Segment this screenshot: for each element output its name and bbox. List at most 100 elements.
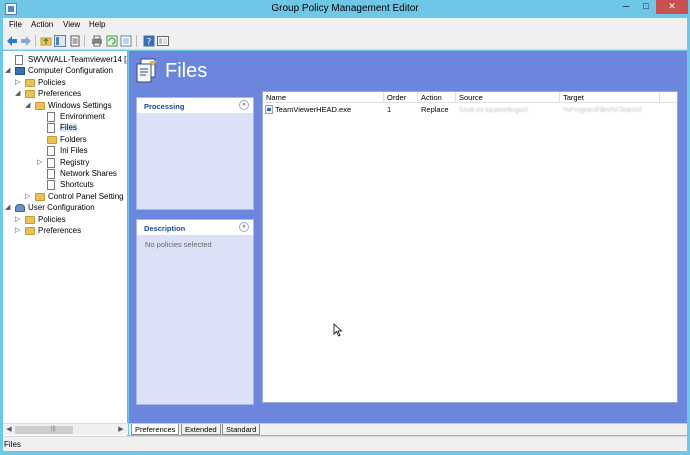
document-icon	[47, 146, 55, 157]
status-text: Files	[4, 440, 21, 449]
cell-order: 1	[387, 105, 392, 114]
tree-item-label: Files	[60, 123, 77, 133]
help-icon[interactable]: ?	[143, 35, 155, 47]
collapse-arrow-icon[interactable]: ◢	[5, 67, 13, 75]
cell-action: Replace	[421, 105, 449, 114]
toolbar: ?	[3, 32, 687, 50]
tree-item-label: Control Panel Setting	[48, 191, 124, 201]
console-tree-icon[interactable]	[157, 35, 169, 47]
processing-panel-header: Processing «	[137, 98, 253, 113]
column-separator[interactable]	[417, 92, 418, 103]
column-header-source[interactable]: Source	[459, 93, 483, 102]
minimize-button[interactable]: ─	[617, 0, 635, 14]
folder-icon	[47, 135, 57, 144]
column-header-target[interactable]: Target	[563, 93, 584, 102]
view-tabs: Preferences Extended Standard	[129, 423, 687, 435]
menu-bar: File Action View Help	[3, 18, 687, 32]
document-icon	[47, 157, 55, 168]
folder-icon	[25, 215, 35, 224]
menu-view[interactable]: View	[63, 20, 80, 29]
window-title: Group Policy Management Editor	[271, 3, 419, 14]
files-extension-icon	[136, 58, 157, 83]
print-icon[interactable]	[91, 35, 103, 47]
tree-item-label: Ini Files	[60, 146, 88, 156]
svg-text:?: ?	[147, 38, 152, 48]
cell-name: TeamViewerHEAD.exe	[275, 105, 352, 114]
collapse-processing-button[interactable]: «	[239, 100, 249, 110]
maximize-button[interactable]: □	[637, 0, 655, 14]
tree-item-label: SWVWALL-Teamviewer14 [ATK	[28, 55, 127, 64]
menu-help[interactable]: Help	[89, 20, 105, 29]
column-header-name[interactable]: Name	[266, 93, 286, 102]
scroll-thumb[interactable]: |||	[15, 426, 73, 434]
column-header-action[interactable]: Action	[421, 93, 442, 102]
table-row[interactable]: TeamViewerHEAD.exe 1 Replace \\swk.ex.lo…	[263, 104, 677, 115]
tab-preferences[interactable]: Preferences	[131, 424, 180, 435]
scroll-left-arrow-icon[interactable]: ◀	[4, 425, 14, 435]
toolbar-separator	[84, 35, 85, 47]
collapse-arrow-icon[interactable]: ◢	[5, 204, 13, 212]
refresh-icon[interactable]	[106, 35, 118, 47]
forward-arrow-icon[interactable]	[20, 35, 32, 47]
column-header-order[interactable]: Order	[387, 93, 406, 102]
description-panel: Description « No policies selected	[136, 219, 254, 405]
tree-item-label: Policies	[38, 77, 66, 87]
tree-horizontal-scrollbar[interactable]: ◀ ||| ▶	[3, 423, 128, 435]
main-window: Group Policy Management Editor ─ □ ✕ Fil…	[0, 0, 690, 455]
computer-icon	[15, 67, 25, 76]
document-icon	[47, 112, 55, 122]
scroll-grip-icon: |||	[51, 426, 56, 432]
tab-standard[interactable]: Standard	[222, 424, 261, 435]
column-separator[interactable]	[383, 92, 384, 103]
scroll-right-arrow-icon[interactable]: ▶	[116, 425, 126, 435]
user-icon	[15, 204, 25, 213]
pane-title: Files	[165, 60, 208, 82]
file-icon	[265, 105, 273, 114]
description-text: No policies selected	[145, 240, 212, 249]
close-button[interactable]: ✕	[656, 0, 688, 14]
tree-item-label: Computer Configuration	[28, 66, 113, 76]
description-label: Description	[144, 224, 186, 233]
folder-icon	[25, 227, 35, 235]
tab-extended[interactable]: Extended	[181, 424, 221, 435]
tree-item-label: Registry	[60, 157, 90, 167]
column-separator[interactable]	[559, 92, 560, 103]
processing-panel: Processing «	[136, 97, 254, 210]
expand-arrow-icon[interactable]: ▷	[15, 227, 23, 235]
column-separator[interactable]	[659, 92, 660, 103]
title-bar: Group Policy Management Editor ─ □ ✕	[0, 0, 690, 18]
collapse-arrow-icon[interactable]: ◢	[15, 90, 23, 98]
mouse-pointer-icon	[333, 323, 343, 337]
document-icon	[15, 55, 23, 65]
expand-arrow-icon[interactable]: ▷	[37, 159, 45, 167]
folder-icon	[25, 90, 35, 99]
tree-item-label: Environment	[60, 112, 105, 121]
collapse-description-button[interactable]: «	[239, 222, 249, 232]
menu-file[interactable]: File	[9, 20, 22, 29]
expand-arrow-icon[interactable]: ▷	[25, 193, 33, 201]
back-arrow-icon[interactable]	[6, 35, 18, 47]
document-icon	[47, 123, 55, 134]
tree-item-label: Folders	[60, 134, 87, 144]
properties-icon[interactable]	[69, 35, 81, 47]
show-tree-icon[interactable]	[54, 35, 66, 47]
tree-item-label: Shortcuts	[60, 180, 94, 190]
column-separator[interactable]	[455, 92, 456, 103]
folder-icon	[35, 192, 45, 201]
up-folder-icon[interactable]	[40, 35, 52, 47]
files-list[interactable]: Name Order Action Source Target TeamView…	[262, 91, 678, 403]
folder-icon	[35, 101, 45, 110]
details-pane: Files Processing « Description « No poli…	[129, 51, 687, 423]
expand-arrow-icon[interactable]: ▷	[15, 79, 23, 87]
collapse-arrow-icon[interactable]: ◢	[25, 102, 33, 110]
menu-action[interactable]: Action	[31, 20, 53, 29]
expand-arrow-icon[interactable]: ▷	[15, 216, 23, 224]
export-icon[interactable]	[120, 35, 132, 47]
folder-icon	[25, 78, 35, 87]
